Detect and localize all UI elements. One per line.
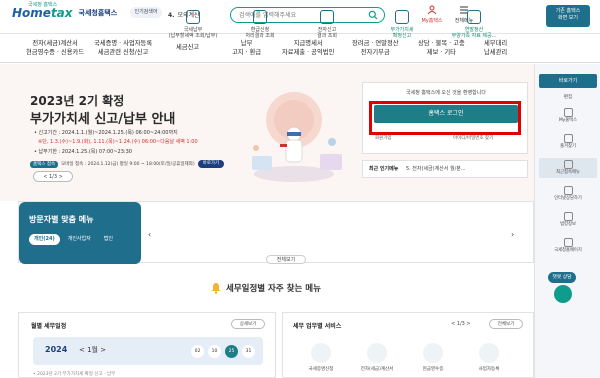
calendar-bar: 2024 < 1월 > 02 10 25 31 (33, 337, 263, 365)
banner-line-3: • 납부기한 : 2024.1.25.(목) 07:00~23:30 (34, 149, 132, 155)
banner-title-1: 2023년 2기 확정 (30, 94, 125, 108)
tab-corporation[interactable]: 법인 (99, 234, 118, 245)
tab-sole-proprietor[interactable]: 개인사업자 (63, 234, 96, 245)
logo-tax: tax (50, 6, 73, 20)
handshake-icon (395, 10, 409, 24)
calendar-year: 2024 (45, 345, 68, 354)
visitor-prev-arrow[interactable]: ‹ (148, 230, 151, 239)
banner-tag-text: 모바일 접속 : 2024.1.12(금) 평일 9:00 ~ 18:00(토/… (61, 162, 195, 167)
service-item[interactable]: 현금영수증 (409, 343, 457, 372)
popular-keyword-button[interactable]: 인기검색어 (130, 7, 162, 18)
popular-menu-label: 최근 인기메뉴 (369, 166, 399, 172)
banner-cta-button[interactable]: 바로가기 (197, 160, 225, 168)
quick-item-homepage[interactable]: 국세청홈페이지 (539, 236, 597, 256)
clock-icon (563, 160, 573, 169)
monthly-schedule-panel: 월별 세무일정 상세보기 2024 < 1월 > 02 10 25 31 • 2… (18, 312, 276, 378)
quick-item-consult[interactable]: 인터넷상담하기 (539, 184, 597, 204)
quick-item-recent[interactable]: 최근접속메뉴 (539, 158, 597, 178)
banner-line-1: • 신고기간 : 2024.1.1.(월)~2024.1.25.(목) 06:0… (34, 130, 178, 136)
visitor-tabs: 개인(24) 개인사업자 법인 (29, 234, 118, 245)
banner-pager[interactable]: < 1/3 > (33, 171, 73, 182)
quick-menu-edit[interactable]: 편집 (539, 94, 597, 102)
nav-item-incentive[interactable]: 장려금 · 연말정산 전자기부금 (352, 39, 399, 57)
user-icon (563, 108, 573, 117)
nav-item-consult[interactable]: 상담 · 불복 · 고충 제보 · 기타 (418, 39, 465, 57)
service-view-all[interactable]: 전체보기 (489, 319, 523, 329)
nav-item-einvoice[interactable]: 전자(세금)계산서 현금영수증 · 신용카드 (26, 39, 84, 57)
calendar-day[interactable]: 10 (208, 345, 221, 358)
visitor-item-vat[interactable]: 부가가치세 확정신고 (372, 10, 432, 39)
nav-item-certificate[interactable]: 국세증명 · 사업자등록 세금관련 신청/신고 (94, 39, 152, 57)
quick-item-favorites[interactable]: 즐겨찾기 (539, 132, 597, 152)
monthly-detail-button[interactable]: 상세보기 (231, 319, 265, 329)
service-pager[interactable]: < 1/3 > (451, 321, 471, 327)
nav-item-agent[interactable]: 세무대리 납세관리 (484, 39, 507, 57)
document-icon (186, 10, 200, 24)
find-id-link[interactable]: 아이디/비밀번호 찾기 (453, 135, 493, 141)
quick-menu-title: 바로가기 (539, 74, 597, 88)
quick-menu: 바로가기 편집 My홈택스 즐겨찾기 최근접속메뉴 인터넷상담하기 법령정보 국… (534, 64, 600, 378)
visitor-item-efiling[interactable]: 전자신고 결과 조회 (297, 10, 357, 39)
logo[interactable]: 국세청 홈택스 Hometax 국세청홈택스 (12, 2, 118, 20)
logo-nts: 국세청홈택스 (78, 9, 118, 17)
monitor-icon (320, 10, 334, 24)
schedule-title: 세무일정별 자주 찾는 메뉴 (226, 284, 321, 294)
home-icon (563, 238, 573, 247)
calendar-month[interactable]: < 1월 > (79, 345, 106, 355)
invoice-icon (367, 343, 387, 363)
calendar-day[interactable]: 31 (242, 345, 255, 358)
visitor-next-arrow[interactable]: › (511, 230, 514, 239)
banner-tag: 홈택스 접속 (30, 160, 59, 168)
visitor-item-tax-payment[interactable]: 국세납부 (납부할세액 조회/납부) (163, 10, 223, 39)
banner-title-2: 부가가치세 신고/납부 안내 (30, 112, 176, 127)
calculator-icon (467, 10, 481, 24)
banner-line-2: ※단, 1.3.(수)~1.9.(화), 1.11.(목)~1.24.(수) 0… (38, 139, 198, 145)
gavel-icon (563, 212, 573, 221)
monthly-title: 월별 세무일정 (31, 323, 67, 330)
bell-icon (211, 283, 221, 294)
chatbot-icon[interactable] (554, 285, 572, 303)
popular-menu-item: 5. 전자(세금)계산서 월/분... (405, 166, 466, 172)
old-homtax-button[interactable]: 기존 홈택스 화면 보기 (546, 5, 590, 27)
logo-home: Home (12, 6, 51, 20)
chatbot-button[interactable]: 챗봇 상담 (548, 272, 576, 283)
schedule-section-title: 세무일정별 자주 찾는 메뉴 (210, 282, 321, 294)
visitor-menu: 방문자별 맞춤 메뉴 개인(24) 개인사업자 법인 (18, 201, 534, 264)
tab-individual[interactable]: 개인(24) (29, 234, 60, 245)
visitor-menu-label: 방문자별 맞춤 메뉴 개인(24) 개인사업자 법인 (19, 202, 141, 264)
main-nav: 전자(세금)계산서 현금영수증 · 신용카드 국세증명 · 사업자등록 세금관련 신… (0, 35, 600, 63)
receipt-icon (423, 343, 443, 363)
nav-item-payment-statement[interactable]: 지급명세서 자료제출 · 공익법인 (282, 39, 334, 57)
service-item[interactable]: 사업자등록 (465, 343, 513, 372)
service-title: 세무 업무별 서비스 (293, 323, 342, 330)
calendar-day-selected[interactable]: 25 (225, 345, 238, 358)
calendar-day[interactable]: 02 (191, 345, 204, 358)
star-icon (563, 134, 573, 143)
banner-tag-row: 홈택스 접속 모바일 접속 : 2024.1.12(금) 평일 9:00 ~ 1… (30, 160, 225, 168)
visitor-menu-title: 방문자별 맞춤 메뉴 (29, 215, 94, 224)
service-item[interactable]: 국세증명신청 (297, 343, 345, 372)
quick-item-law[interactable]: 법령정보 (539, 210, 597, 230)
old-btn-line2: 화면 보기 (558, 15, 578, 21)
chat-icon (563, 186, 573, 195)
service-panel: 세무 업무별 서비스 < 1/3 > 전체보기 국세증명신청 전자(세금)계산서… (282, 312, 534, 378)
registration-icon (479, 343, 499, 363)
welcome-text: 국세청 홈택스에 오신 것을 환영합니다 (406, 90, 486, 96)
visitor-item-yearend[interactable]: 연말정산 부양가족 자료 제공... (444, 10, 504, 39)
banner-illustration (252, 92, 342, 182)
visitor-item-refund[interactable]: 환급신청 처리결과 조회 (230, 10, 290, 39)
logo-sub: 국세청 홈택스 (28, 2, 58, 8)
nav-item-payment[interactable]: 납부 고지 · 환급 (232, 39, 261, 57)
certificate-icon (311, 343, 331, 363)
login-highlight-box (369, 101, 521, 135)
quick-item-mytax[interactable]: My홈택스 (539, 106, 597, 126)
service-item[interactable]: 전자(세금)계산서 (353, 343, 401, 372)
nav-item-tax-filing[interactable]: 세금신고 (176, 43, 199, 52)
money-icon (253, 10, 267, 24)
popular-menu-bar[interactable]: 최근 인기메뉴 5. 전자(세금)계산서 월/분... (362, 160, 528, 178)
visitor-view-all[interactable]: 전체보기 (266, 255, 306, 264)
signup-link[interactable]: 회원가입 (375, 135, 392, 141)
schedule-event[interactable]: • 2023년 2기 부가가치세 확정 신고 · 납부 (33, 371, 115, 377)
old-btn-line1: 기존 홈택스 (555, 8, 581, 14)
